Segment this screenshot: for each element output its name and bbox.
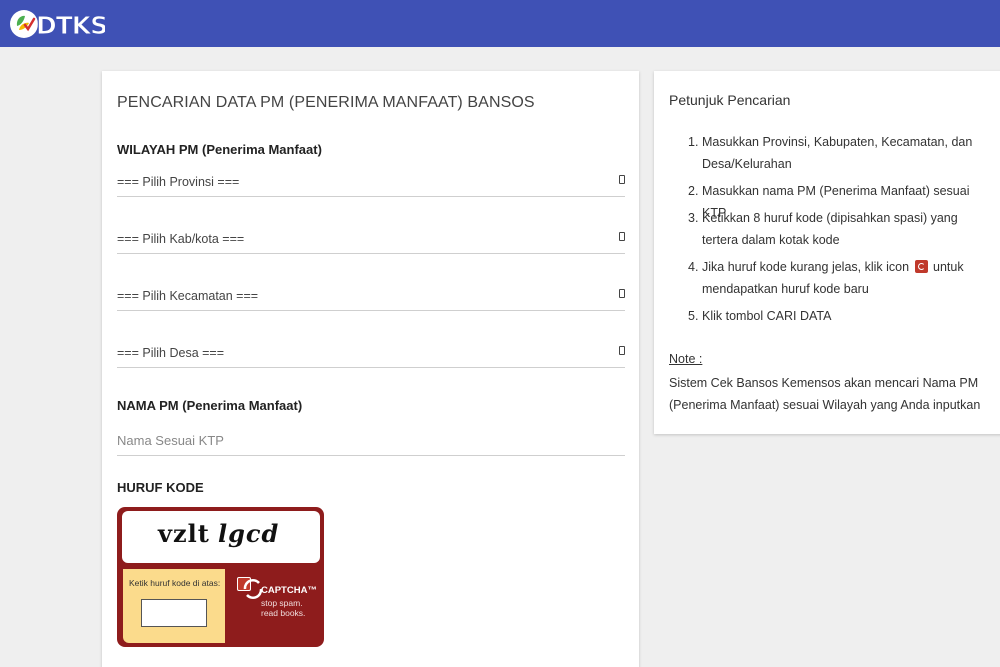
hint-text-before: Jika huruf kode kurang jelas, klik icon	[702, 260, 910, 274]
dtks-logo[interactable]: DTKS	[9, 8, 105, 40]
dropdown-icon	[619, 232, 625, 241]
form-title: PENCARIAN DATA PM (PENERIMA MANFAAT) BAN…	[117, 94, 535, 111]
captcha-input-panel: Ketik huruf kode di atas:	[123, 569, 225, 643]
hint-number: 1.	[688, 135, 699, 149]
village-select[interactable]: === Pilih Desa ===	[117, 342, 625, 368]
hint-text: Klik tombol CARI DATA	[702, 309, 832, 323]
hint-text: Ketikkan 8 huruf kode (dipisahkan spasi)…	[702, 211, 958, 247]
logo-text: DTKS	[36, 11, 105, 40]
dropdown-icon	[619, 346, 625, 355]
captcha-brand: CAPTCHA™ stop spam. read books.	[233, 571, 321, 641]
name-section-label: NAMA PM (Penerima Manfaat)	[117, 398, 303, 413]
captcha-input[interactable]	[141, 599, 207, 627]
name-input[interactable]	[117, 426, 625, 456]
captcha-brand-name: CAPTCHA™	[261, 585, 317, 596]
captcha-word: lgcd	[218, 519, 280, 548]
province-select-value: === Pilih Provinsi ===	[117, 175, 240, 189]
hint-number: 3.	[688, 211, 699, 225]
code-section-label: HURUF KODE	[117, 480, 204, 495]
captcha-word: vzlt	[158, 519, 210, 548]
hint-text: Masukkan Provinsi, Kabupaten, Kecamatan,…	[702, 135, 973, 171]
dropdown-icon	[619, 175, 625, 184]
hint-text: Jika huruf kode kurang jelas, klik icon …	[702, 256, 987, 300]
top-bar: DTKS	[0, 0, 1000, 47]
search-form-card: PENCARIAN DATA PM (PENERIMA MANFAAT) BAN…	[102, 71, 639, 667]
village-select-value: === Pilih Desa ===	[117, 346, 225, 360]
regency-select[interactable]: === Pilih Kab/kota ===	[117, 228, 625, 254]
search-hints-card: Petunjuk Pencarian 1. Masukkan Provinsi,…	[654, 71, 1000, 434]
captcha-slogan: stop spam.	[261, 598, 303, 608]
note-label: Note :	[669, 352, 703, 366]
captcha-slogan: read books.	[261, 608, 306, 618]
region-section-label: WILAYAH PM (Penerima Manfaat)	[117, 142, 322, 157]
captcha-image: vzlt lgcd	[122, 511, 320, 563]
note-text: Sistem Cek Bansos Kemensos akan mencari …	[669, 376, 981, 412]
hint-number: 2.	[688, 184, 699, 198]
hint-number: 4.	[688, 260, 699, 274]
province-select[interactable]: === Pilih Provinsi ===	[117, 171, 625, 197]
hints-title: Petunjuk Pencarian	[669, 92, 791, 108]
dropdown-icon	[619, 289, 625, 298]
regency-select-value: === Pilih Kab/kota ===	[117, 232, 245, 246]
hint-number: 5.	[688, 309, 699, 323]
district-select[interactable]: === Pilih Kecamatan ===	[117, 285, 625, 311]
refresh-icon	[914, 260, 928, 273]
district-select-value: === Pilih Kecamatan ===	[117, 289, 259, 303]
captcha-prompt: Ketik huruf kode di atas:	[129, 578, 221, 588]
captcha-widget: vzlt lgcd Ketik huruf kode di atas: CAPT…	[117, 507, 324, 647]
